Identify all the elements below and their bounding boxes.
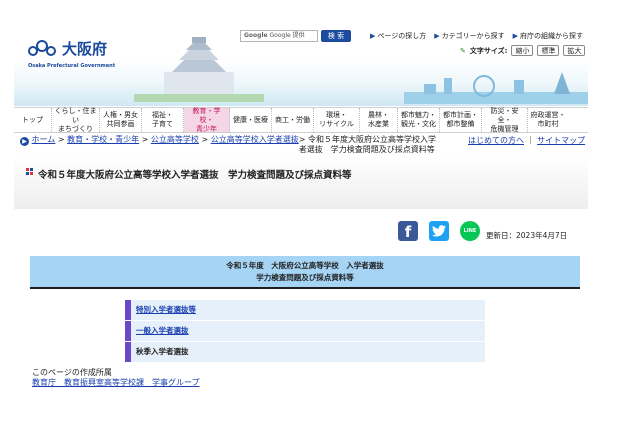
page-title: 令和５年度大阪府公立高等学校入学者選抜 学力検査問題及び採点資料等: [38, 170, 352, 181]
first-visit-link[interactable]: はじめての方へ: [468, 136, 524, 145]
osaka-castle-illustration: [134, 37, 264, 102]
nav-living[interactable]: くらし・住まい まちづくり: [52, 107, 100, 133]
nav-education[interactable]: 教育・学校・ 青少年: [184, 107, 230, 133]
selection-list: 特別入学者選抜等 一般入学者選抜 秋季入学者選抜: [125, 300, 485, 363]
search-input[interactable]: Google Google 提供: [240, 30, 318, 42]
breadcrumb-education[interactable]: 教育・学校・青少年: [67, 135, 139, 144]
breadcrumb-home[interactable]: ホーム: [32, 135, 56, 144]
nav-agriculture[interactable]: 農林・ 水産業: [360, 108, 398, 132]
twitter-icon[interactable]: [429, 221, 449, 241]
search-button[interactable]: 検 索: [321, 30, 351, 42]
top-links: ▶ ページの探し方 ▶ カテゴリーから探す ▶ 府庁の組織から探す: [370, 30, 584, 42]
utility-links: はじめての方へ ｜ サイトマップ: [468, 136, 586, 145]
nav-human-rights[interactable]: 人権・男女 共同参画: [100, 108, 142, 132]
nav-tourism[interactable]: 都市魅力・ 観光・文化: [398, 108, 440, 132]
section-heading-line2: 学力検査問題及び採点資料等: [256, 273, 354, 282]
home-icon: ▶: [20, 137, 29, 146]
nav-commerce[interactable]: 商工・労働: [272, 108, 314, 132]
list-item: 一般入学者選抜: [125, 321, 485, 341]
nav-health[interactable]: 健康・医療: [230, 108, 272, 132]
nav-environment[interactable]: 環境・ リサイクル: [314, 108, 360, 132]
section-heading-line1: 令和５年度 大阪府公立高等学校 入学者選抜: [226, 261, 384, 270]
arrow-icon: ▶: [512, 32, 519, 40]
social-share: f LINE: [398, 221, 480, 241]
list-item: 特別入学者選抜等: [125, 300, 485, 320]
general-selection-link[interactable]: 一般入学者選抜: [136, 326, 189, 335]
pencil-icon: ✎: [460, 46, 466, 55]
author-link[interactable]: 教育庁 教育振興室高等学校課 学事グループ: [32, 378, 200, 387]
breadcrumb-admissions[interactable]: 公立高等学校入学者選抜: [211, 135, 299, 144]
city-skyline-illustration: [404, 72, 588, 104]
list-item: 秋季入学者選抜: [125, 342, 485, 362]
breadcrumb-public-high-school[interactable]: 公立高等学校: [151, 135, 199, 144]
nav-disaster[interactable]: 防災・安全・ 危機管理: [482, 107, 528, 133]
logo-subtitle: Osaka Prefectural Government: [28, 63, 116, 69]
facebook-icon[interactable]: f: [398, 221, 418, 241]
section-heading: 令和５年度 大阪府公立高等学校 入学者選抜 学力検査問題及び採点資料等: [30, 256, 580, 289]
autumn-selection-label: 秋季入学者選抜: [136, 347, 189, 356]
page-author: このページの作成所属 教育庁 教育振興室高等学校課 学事グループ: [32, 368, 200, 388]
arrow-icon: ▶: [434, 32, 440, 40]
nav-urban-planning[interactable]: 都市計画・ 都市整備: [440, 108, 482, 132]
breadcrumb-current: > 令和５年度大阪府公立高等学校入学者選抜 学力検査問題及び採点資料等: [298, 135, 436, 154]
toplink-organization[interactable]: ▶ 府庁の組織から探す: [513, 30, 583, 42]
nav-welfare[interactable]: 福祉・ 子育て: [142, 108, 184, 132]
arrow-icon: ▶: [370, 32, 376, 40]
sitemap-link[interactable]: サイトマップ: [537, 136, 585, 145]
font-size-normal-button[interactable]: 標準: [537, 45, 560, 56]
nav-top[interactable]: トップ: [14, 108, 52, 132]
font-size-large-button[interactable]: 拡大: [563, 45, 586, 56]
logo-text: 大阪府: [62, 40, 108, 58]
special-selection-link[interactable]: 特別入学者選抜等: [136, 305, 196, 314]
toplink-howto[interactable]: ▶ ページの探し方: [370, 30, 426, 42]
osaka-logo-mark-icon: [28, 40, 58, 60]
updated-date: 更新日：2023年4月7日: [486, 231, 568, 240]
toplink-category[interactable]: ▶ カテゴリーから探す: [434, 30, 504, 42]
font-size-small-button[interactable]: 縮小: [511, 45, 534, 56]
title-band: 令和５年度大阪府公立高等学校入学者選抜 学力検査問題及び採点資料等: [14, 155, 588, 209]
title-squares-icon: [26, 168, 34, 176]
font-size-label: 文字サイズ:: [469, 46, 508, 55]
nav-administration[interactable]: 府政運営・ 市町村: [528, 108, 568, 132]
font-size-controls: ✎ 文字サイズ: 縮小 標準 拡大: [460, 45, 586, 56]
line-icon[interactable]: LINE: [460, 221, 480, 241]
global-nav: トップ くらし・住まい まちづくり 人権・男女 共同参画 福祉・ 子育て 教育・…: [14, 107, 588, 133]
author-label: このページの作成所属: [32, 368, 112, 377]
